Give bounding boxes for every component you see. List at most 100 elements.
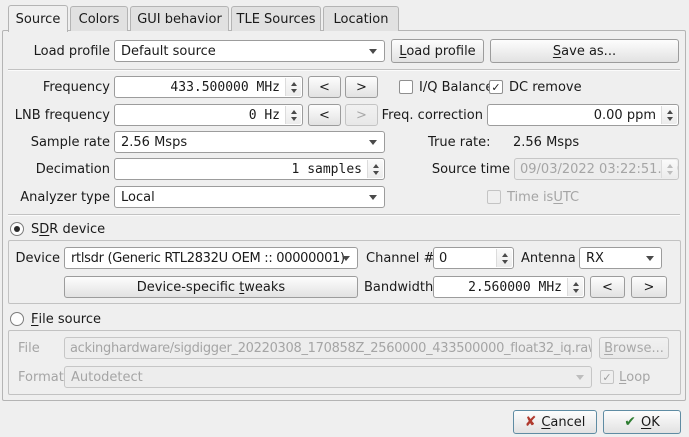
channel-label: Channel #	[366, 247, 434, 269]
tab-location-label: Location	[334, 12, 389, 27]
file-label: File	[18, 337, 40, 359]
device-value: rtlsdr (Generic RTL2832U OEM :: 00000001…	[65, 251, 357, 266]
spin-up-icon[interactable]	[291, 110, 297, 114]
step-up-label: >	[356, 108, 367, 123]
lnb-frequency-spinbox[interactable]: 0 Hz	[114, 104, 303, 126]
spin-down-icon[interactable]	[373, 171, 379, 175]
sample-rate-value: 2.56 Msps	[115, 135, 384, 150]
bandwidth-value[interactable]: 2.560000 MHz	[434, 280, 584, 295]
spin-down-icon[interactable]	[291, 89, 297, 93]
lnb-spinner[interactable]	[285, 106, 301, 124]
analyzer-type-combobox[interactable]: Local	[114, 186, 385, 208]
tab-colors[interactable]: Colors	[70, 6, 128, 31]
device-tweaks-button[interactable]: Device-specific tweaks	[64, 276, 358, 298]
sample-rate-combobox[interactable]: 2.56 Msps	[114, 131, 385, 153]
spin-up-icon[interactable]	[573, 282, 579, 286]
source-settings-dialog: Source Colors GUI behavior TLE Sources L…	[0, 0, 689, 437]
lnb-step-up-button: >	[345, 104, 378, 126]
cancel-button-label: Cancel	[541, 415, 585, 430]
step-up-label: >	[356, 80, 367, 95]
profile-combobox-value: Default source	[115, 44, 384, 59]
antenna-combobox[interactable]: RX	[579, 247, 662, 269]
device-combobox[interactable]: rtlsdr (Generic RTL2832U OEM :: 00000001…	[64, 247, 358, 269]
ok-button-label: OK	[641, 415, 660, 430]
device-tweaks-button-label: Device-specific tweaks	[137, 280, 285, 295]
spin-down-icon[interactable]	[291, 117, 297, 121]
frequency-label: Frequency	[8, 76, 110, 98]
frequency-spinbox[interactable]: 433.500000 MHz	[114, 76, 303, 98]
lnb-frequency-value[interactable]: 0 Hz	[115, 108, 302, 123]
browse-button-label: Browse...	[604, 341, 664, 356]
source-time-spinner	[661, 160, 677, 178]
file-path-field: ackinghardware/sigdigger_20220308_170858…	[64, 337, 592, 359]
spin-down-icon[interactable]	[667, 117, 673, 121]
bandwidth-step-up-button[interactable]: >	[631, 276, 667, 298]
load-profile-button[interactable]: Load profile	[391, 39, 484, 63]
format-label: Format	[18, 366, 64, 388]
iq-balance-label: I/Q Balance	[419, 76, 493, 98]
bandwidth-spinbox[interactable]: 2.560000 MHz	[433, 276, 585, 298]
spin-up-icon[interactable]	[667, 110, 673, 114]
ok-check-icon: ✔	[624, 414, 636, 430]
frequency-spinner[interactable]	[285, 78, 301, 96]
step-down-label: <	[319, 80, 330, 95]
decimation-spinner[interactable]	[367, 160, 383, 178]
spin-up-icon[interactable]	[373, 164, 379, 168]
channel-spinner[interactable]	[496, 249, 512, 267]
frequency-step-down-button[interactable]: <	[308, 76, 341, 98]
freq-correction-spinbox[interactable]: 0.00 ppm	[487, 104, 679, 126]
check-icon: ✓	[602, 372, 611, 383]
save-as-button[interactable]: Save as...	[490, 39, 679, 63]
tab-colors-label: Colors	[79, 12, 120, 27]
decimation-value[interactable]: 1 samples	[115, 162, 384, 177]
format-combobox: Autodetect	[64, 366, 592, 388]
freq-correction-label: Freq. correction	[383, 104, 483, 126]
true-rate-label: True rate:	[428, 131, 491, 153]
bandwidth-step-down-button[interactable]: <	[590, 276, 625, 298]
separator-highlight	[8, 70, 680, 71]
spin-down-icon[interactable]	[573, 289, 579, 293]
freq-correction-value[interactable]: 0.00 ppm	[488, 108, 678, 123]
sample-rate-label: Sample rate	[8, 131, 110, 153]
file-source-radio[interactable]	[10, 312, 24, 326]
bandwidth-label: Bandwidth	[364, 276, 433, 298]
antenna-label: Antenna	[521, 247, 576, 269]
load-profile-label: Load profile	[8, 39, 110, 63]
profile-combobox[interactable]: Default source	[114, 40, 385, 62]
ok-button[interactable]: ✔ OK	[603, 410, 681, 434]
tab-source-label: Source	[16, 12, 61, 27]
tab-tle-sources[interactable]: TLE Sources	[231, 6, 321, 31]
chevron-down-icon	[369, 195, 377, 200]
decimation-spinbox[interactable]: 1 samples	[114, 158, 385, 180]
tab-source[interactable]: Source	[8, 5, 68, 32]
cancel-button[interactable]: ✘ Cancel	[513, 410, 597, 434]
separator-highlight	[8, 215, 680, 216]
spin-up-icon	[667, 164, 673, 168]
analyzer-type-value: Local	[115, 190, 384, 205]
lnb-step-down-button[interactable]: <	[308, 104, 341, 126]
load-profile-button-label: Load profile	[399, 44, 475, 59]
tab-location[interactable]: Location	[323, 6, 399, 31]
channel-spinbox[interactable]: 0	[433, 247, 514, 269]
tab-gui-behavior-label: GUI behavior	[137, 12, 222, 27]
freq-correction-spinner[interactable]	[661, 106, 677, 124]
iq-balance-checkbox[interactable]	[399, 80, 413, 94]
dc-remove-checkbox[interactable]: ✓	[489, 80, 503, 94]
spin-up-icon[interactable]	[291, 82, 297, 86]
sdr-device-radio-label[interactable]: SDR device	[31, 220, 105, 238]
bandwidth-spinner[interactable]	[567, 278, 583, 296]
spin-down-icon[interactable]	[502, 260, 508, 264]
tab-tle-sources-label: TLE Sources	[237, 12, 316, 27]
format-value: Autodetect	[65, 370, 591, 385]
frequency-value[interactable]: 433.500000 MHz	[115, 80, 302, 95]
chevron-down-icon	[369, 140, 377, 145]
file-source-radio-label[interactable]: File source	[31, 310, 101, 328]
file-path-value: ackinghardware/sigdigger_20220308_170858…	[65, 341, 591, 356]
tab-gui-behavior[interactable]: GUI behavior	[130, 6, 229, 31]
step-up-label: >	[644, 280, 655, 295]
check-icon: ✓	[491, 82, 500, 93]
spin-up-icon[interactable]	[502, 253, 508, 257]
time-is-utc-checkbox	[487, 190, 501, 204]
sdr-device-radio[interactable]	[10, 222, 24, 236]
frequency-step-up-button[interactable]: >	[345, 76, 378, 98]
